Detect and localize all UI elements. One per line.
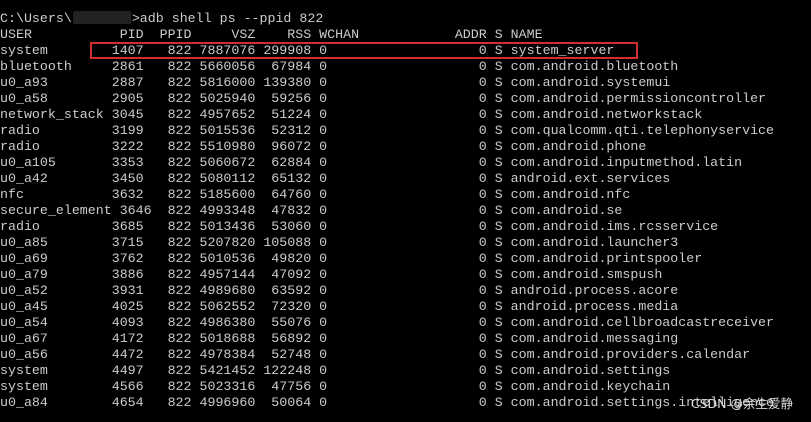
process-list: system 1407 822 7887076 299908 0 0 S sys…	[0, 43, 774, 411]
process-row: system 1407 822 7887076 299908 0 0 S sys…	[0, 43, 615, 58]
process-row: u0_a52 3931 822 4989680 63592 0 0 S andr…	[0, 283, 679, 298]
process-row: u0_a58 2905 822 5025940 59256 0 0 S com.…	[0, 91, 767, 106]
process-row: radio 3199 822 5015536 52312 0 0 S com.q…	[0, 123, 775, 138]
process-row: system 4497 822 5421452 122248 0 0 S com…	[0, 363, 671, 378]
process-row: u0_a69 3762 822 5010536 49820 0 0 S com.…	[0, 251, 703, 266]
process-row: u0_a45 4025 822 5062552 72320 0 0 S andr…	[0, 299, 679, 314]
process-row: network_stack 3045 822 4957652 51224 0 0…	[0, 107, 703, 122]
process-row: system 4566 822 5023316 47756 0 0 S com.…	[0, 379, 671, 394]
watermark: CSDN @余生爱静	[690, 396, 793, 411]
process-row: secure_element 3646 822 4993348 47832 0 …	[0, 203, 623, 218]
process-row: u0_a67 4172 822 5018688 56892 0 0 S com.…	[0, 331, 679, 346]
process-row: u0_a54 4093 822 4986380 55076 0 0 S com.…	[0, 315, 775, 330]
terminal-window[interactable]: C:\Users\ >adb shell ps --ppid 822 USER P…	[0, 0, 811, 422]
process-row: u0_a85 3715 822 5207820 105088 0 0 S com…	[0, 235, 679, 250]
prompt-prefix: C:\Users\	[0, 11, 72, 26]
process-row: bluetooth 2861 822 5660056 67984 0 0 S c…	[0, 59, 679, 74]
process-row: u0_a79 3886 822 4957144 47092 0 0 S com.…	[0, 267, 663, 282]
process-row: u0_a105 3353 822 5060672 62884 0 0 S com…	[0, 155, 743, 170]
process-row: u0_a93 2887 822 5816000 139380 0 0 S com…	[0, 75, 671, 90]
process-row: nfc 3632 822 5185600 64760 0 0 S com.and…	[0, 187, 631, 202]
process-row: u0_a56 4472 822 4978384 52748 0 0 S com.…	[0, 347, 751, 362]
redacted-username	[72, 11, 131, 24]
process-row: radio 3222 822 5510980 96072 0 0 S com.a…	[0, 139, 647, 154]
ps-header: USER PID PPID VSZ RSS WCHAN ADDR S NAME	[0, 27, 543, 42]
command-line: C:\Users\ >adb shell ps --ppid 822	[0, 11, 323, 27]
process-row: u0_a42 3450 822 5080112 65132 0 0 S andr…	[0, 171, 671, 186]
process-row: u0_a84 4654 822 4996960 50064 0 0 S com.…	[0, 395, 775, 410]
process-row: radio 3685 822 5013436 53060 0 0 S com.a…	[0, 219, 719, 234]
command-text: >adb shell ps --ppid 822	[131, 11, 324, 26]
